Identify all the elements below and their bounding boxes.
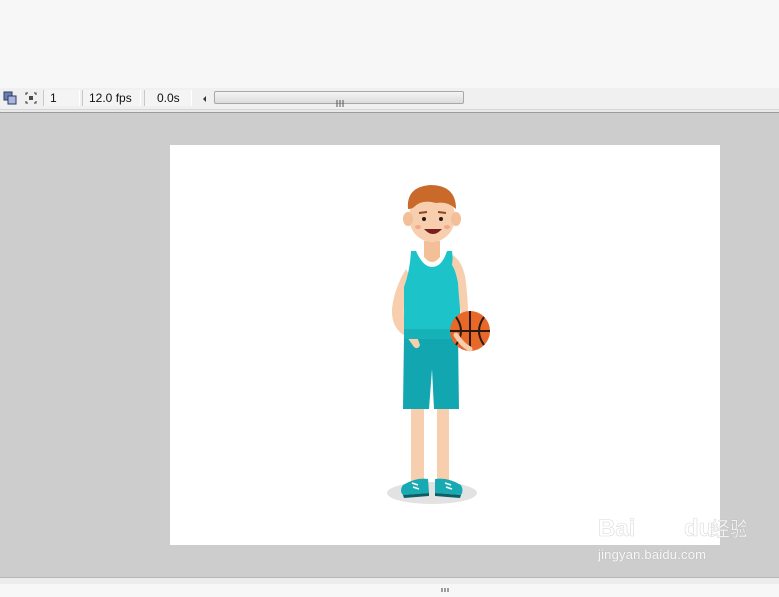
center-frame-icon[interactable] [3, 91, 17, 105]
timeline-panel[interactable] [0, 0, 779, 88]
elapsed-time-field: 0.0s [144, 90, 192, 106]
scroll-grip-icon [336, 94, 344, 107]
baidu-watermark: Bai du 经验 jingyan.baidu.com [596, 500, 750, 570]
bottom-resize-bar[interactable] [0, 577, 779, 592]
svg-text:Bai: Bai [598, 515, 635, 542]
timeline-scrollbar-thumb[interactable] [214, 91, 464, 107]
svg-text:经验: 经验 [710, 517, 746, 541]
baidu-paw-logo: Bai du 经验 [598, 508, 750, 542]
current-frame-field[interactable]: 1 [43, 90, 80, 106]
basketball-player-illustration[interactable] [382, 179, 492, 509]
resize-grip-icon[interactable] [441, 579, 449, 592]
watermark-url: jingyan.baidu.com [598, 547, 707, 562]
frame-rate-field[interactable]: 12.0 fps [82, 90, 141, 106]
timeline-status-bar: 1 12.0 fps 0.0s [0, 88, 779, 110]
scroll-left-arrow-icon[interactable] [200, 92, 210, 104]
stage-canvas[interactable] [170, 145, 720, 545]
onion-skin-icon[interactable] [24, 91, 38, 105]
svg-text:du: du [684, 515, 713, 542]
